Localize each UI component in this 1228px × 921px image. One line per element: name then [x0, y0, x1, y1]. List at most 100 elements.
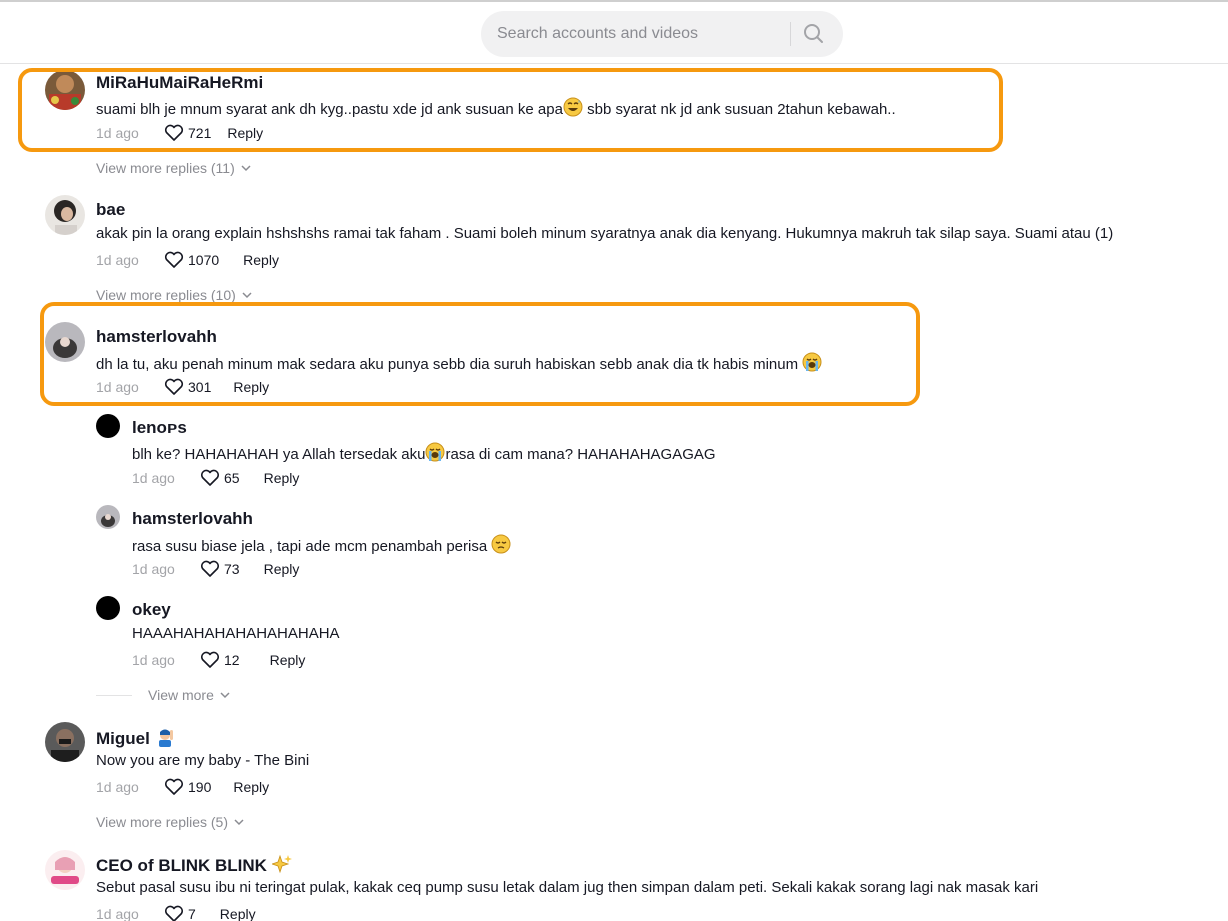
like-button[interactable]: 7: [164, 905, 196, 921]
reply-text-part: rasa susu biase jela , tapi ade mcm pena…: [132, 538, 492, 555]
comment-meta: 1d ago 1070 Reply: [96, 251, 279, 269]
search-button[interactable]: [799, 20, 829, 48]
view-more-replies[interactable]: View more: [148, 687, 230, 703]
comment-username-text[interactable]: Miguel: [96, 729, 150, 748]
avatar[interactable]: [96, 505, 120, 529]
search-divider: [790, 22, 791, 46]
reply-text: HAAAHAHAHAHAHAHAHAHA: [132, 625, 340, 642]
search-input[interactable]: [497, 11, 787, 57]
comment-username: Miguel: [96, 727, 175, 749]
comment-username-text[interactable]: CEO of BLINK BLINK: [96, 856, 267, 875]
reply-time: 1d ago: [132, 561, 175, 577]
comment-text-part: suami blh je mnum syarat ank dh kyg..pas…: [96, 101, 563, 118]
search-bar: [481, 11, 843, 57]
like-button[interactable]: 73: [200, 560, 240, 578]
person-raising-hand-emoji-icon: [158, 729, 173, 747]
pensive-emoji-icon: [491, 534, 511, 554]
like-count: 721: [188, 125, 212, 141]
reply-button[interactable]: Reply: [233, 779, 269, 795]
comment-text: Sebut pasal susu ibu ni teringat pulak, …: [96, 879, 1039, 896]
like-count: 65: [224, 470, 240, 486]
like-count: 301: [188, 379, 212, 395]
heart-icon: [200, 469, 220, 486]
comment-meta: 1d ago 190 Reply: [96, 778, 269, 796]
view-more-label: View more replies (5): [96, 814, 229, 830]
like-count: 1070: [188, 252, 220, 268]
comment-time: 1d ago: [96, 906, 139, 921]
like-count: 190: [188, 779, 212, 795]
comment-text: suami blh je mnum syarat ank dh kyg..pas…: [96, 97, 896, 118]
comment-time: 1d ago: [96, 125, 139, 141]
like-button[interactable]: 301: [164, 378, 211, 396]
comment-text: dh la tu, aku penah minum mak sedara aku…: [96, 352, 822, 373]
avatar[interactable]: [96, 596, 120, 620]
comment-time: 1d ago: [96, 379, 139, 395]
heart-icon: [200, 560, 220, 577]
heart-icon: [164, 251, 184, 268]
sparkles-emoji-icon: [271, 854, 292, 874]
comment-text: akak pin la orang explain hshshshs ramai…: [96, 225, 1114, 242]
chevron-down-icon: [241, 165, 251, 172]
view-more-replies[interactable]: View more replies (11): [96, 160, 251, 176]
comment-meta: 1d ago 301 Reply: [96, 378, 269, 396]
reply-meta: 1d ago 65 Reply: [132, 469, 299, 487]
like-button[interactable]: 65: [200, 469, 240, 487]
avatar[interactable]: [45, 850, 85, 890]
reply-text-part: blh ke? HAHAHAHAH ya Allah tersedak aku: [132, 446, 426, 463]
search-icon: [804, 24, 823, 43]
chevron-down-icon: [242, 292, 252, 299]
heart-icon: [164, 378, 184, 395]
view-more-label: View more replies (11): [96, 160, 235, 176]
avatar[interactable]: [45, 322, 85, 362]
comment-username[interactable]: bae: [96, 200, 125, 220]
loudly-crying-emoji-icon: [802, 352, 822, 372]
reply-button[interactable]: Reply: [264, 470, 300, 486]
reply-time: 1d ago: [132, 470, 175, 486]
comment-username[interactable]: hamsterlovahh: [96, 327, 217, 347]
reply-username[interactable]: okey: [132, 600, 171, 620]
reply-button[interactable]: Reply: [243, 252, 279, 268]
view-more-label: View more: [148, 687, 214, 703]
comment-meta: 1d ago 721 Reply: [96, 124, 263, 142]
heart-icon: [200, 651, 220, 668]
reply-meta: 1d ago 73 Reply: [132, 560, 299, 578]
comment-time: 1d ago: [96, 252, 139, 268]
heart-icon: [164, 905, 184, 921]
reply-button[interactable]: Reply: [233, 379, 269, 395]
like-count: 12: [224, 652, 240, 668]
avatar[interactable]: [96, 414, 120, 438]
comment-username[interactable]: MiRaHuMaiRaHeRmi: [96, 73, 263, 93]
heart-icon: [164, 778, 184, 795]
reply-button[interactable]: Reply: [227, 125, 263, 141]
avatar[interactable]: [45, 195, 85, 235]
grinning-sweat-emoji-icon: [563, 97, 583, 117]
reply-meta: 1d ago 12 Reply: [132, 651, 305, 669]
view-more-replies[interactable]: View more replies (5): [96, 814, 244, 830]
reply-button[interactable]: Reply: [264, 561, 300, 577]
reply-text: blh ke? HAHAHAHAH ya Allah tersedak aku r…: [132, 442, 716, 463]
view-more-label: View more replies (10): [96, 287, 236, 303]
reply-button[interactable]: Reply: [220, 906, 256, 921]
reply-text: rasa susu biase jela , tapi ade mcm pena…: [132, 534, 511, 555]
comment-time: 1d ago: [96, 779, 139, 795]
like-button[interactable]: 12: [200, 651, 240, 669]
like-button[interactable]: 721: [164, 124, 211, 142]
heart-icon: [164, 124, 184, 141]
reply-username[interactable]: hamsterlovahh: [132, 509, 253, 529]
top-bar: [0, 0, 1228, 64]
avatar[interactable]: [45, 70, 85, 110]
chevron-down-icon: [234, 819, 244, 826]
loudly-crying-emoji-icon: [425, 442, 445, 462]
comment-meta: 1d ago 7 Reply: [96, 905, 256, 921]
reply-time: 1d ago: [132, 652, 175, 668]
view-more-replies[interactable]: View more replies (10): [96, 287, 252, 303]
reply-username[interactable]: lenoᴘs: [132, 418, 187, 438]
reply-button[interactable]: Reply: [270, 652, 306, 668]
reply-text-part: rasa di cam mana? HAHAHAHAGAGAG: [445, 446, 716, 463]
avatar[interactable]: [45, 722, 85, 762]
comment-username: CEO of BLINK BLINK: [96, 854, 292, 876]
divider: [96, 695, 132, 696]
like-button[interactable]: 1070: [164, 251, 219, 269]
like-button[interactable]: 190: [164, 778, 211, 796]
comment-text-part: sbb syarat nk jd ank susuan 2tahun kebaw…: [582, 101, 896, 118]
